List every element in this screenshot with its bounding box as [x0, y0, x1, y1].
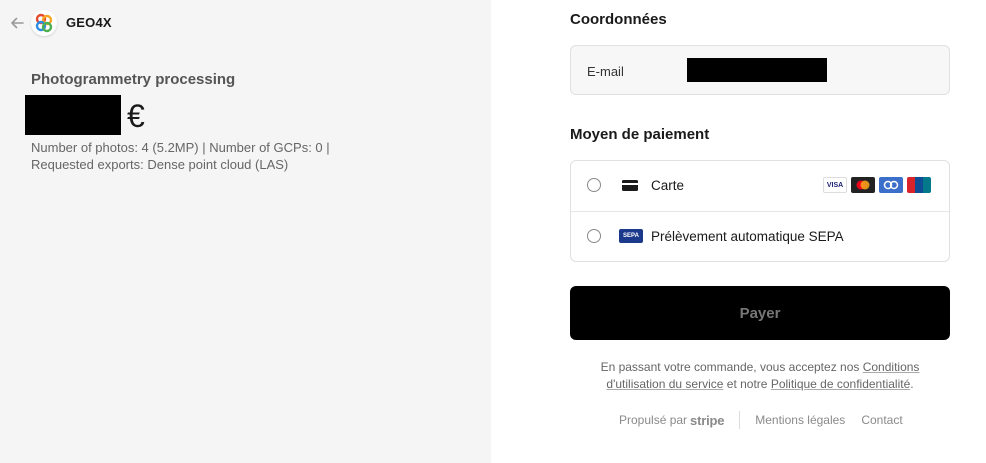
geo4x-logo-icon — [31, 10, 57, 36]
product-description: Number of photos: 4 (5.2MP) | Number of … — [31, 139, 391, 173]
payment-section-title: Moyen de paiement — [570, 126, 710, 143]
sepa-icon: SEPA — [619, 229, 643, 243]
card-brands: VISA — [823, 177, 931, 193]
legal-notice: En passant votre commande, vous acceptez… — [600, 360, 920, 391]
powered-by-label: Propulsé par — [619, 413, 688, 427]
legal-mentions-link[interactable]: Mentions légales — [755, 413, 845, 427]
merchant-name: GEO4X — [66, 15, 112, 30]
arrow-left-icon — [11, 17, 24, 29]
order-summary-panel: GEO4X Photogrammetry processing € Number… — [0, 0, 491, 463]
payment-methods: Carte VISA SEPA Prélèvement automatique … — [570, 160, 950, 262]
radio-sepa[interactable] — [587, 229, 601, 243]
contact-link[interactable]: Contact — [861, 413, 902, 427]
currency-symbol: € — [127, 98, 145, 134]
mastercard-icon — [851, 177, 875, 193]
visa-icon: VISA — [823, 177, 847, 193]
jcb-icon — [879, 177, 903, 193]
privacy-link[interactable]: Politique de confidentialité — [771, 377, 910, 391]
unionpay-icon — [907, 177, 931, 193]
payment-method-label: Prélèvement automatique SEPA — [651, 229, 844, 244]
payment-method-sepa[interactable]: SEPA Prélèvement automatique SEPA — [571, 212, 949, 262]
product-name: Photogrammetry processing — [31, 71, 236, 88]
stripe-logo[interactable]: stripe — [690, 413, 724, 428]
description-line: Number of photos: 4 (5.2MP) | Number of … — [31, 140, 330, 155]
pay-button[interactable]: Payer — [570, 286, 950, 340]
card-icon — [622, 180, 638, 191]
email-value-redacted — [687, 58, 827, 82]
email-label: E-mail — [587, 64, 624, 79]
email-field[interactable]: E-mail — [570, 45, 950, 95]
footer-divider — [739, 411, 741, 429]
payment-method-card[interactable]: Carte VISA — [571, 161, 949, 212]
description-line: Requested exports: Dense point cloud (LA… — [31, 157, 289, 172]
footer: Propulsé par stripe Mentions légales Con… — [619, 411, 903, 429]
radio-card[interactable] — [587, 178, 601, 192]
back-button[interactable] — [8, 14, 26, 32]
price-redacted — [25, 95, 121, 135]
payment-method-label: Carte — [651, 178, 685, 193]
contact-section-title: Coordonnées — [570, 11, 667, 28]
